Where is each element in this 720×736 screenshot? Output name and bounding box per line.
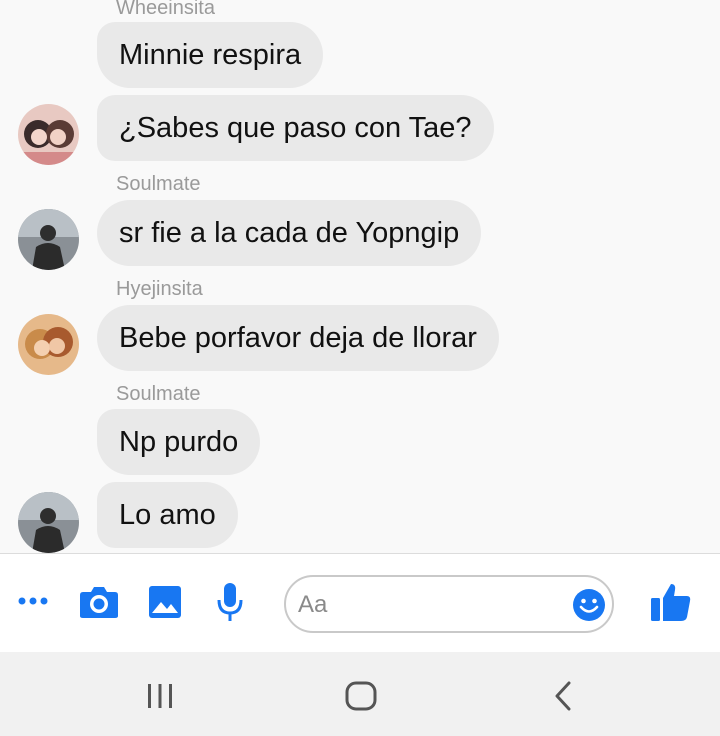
avatar[interactable] <box>18 314 79 375</box>
message-bubble[interactable]: ¿Sabes que paso con Tae? <box>97 95 494 161</box>
message-bubble[interactable]: sr fie a la cada de Yopngip <box>97 200 482 266</box>
message-bubble[interactable]: Minnie respira <box>97 22 324 88</box>
message-input-placeholder: Aa <box>298 591 328 618</box>
home-icon[interactable] <box>345 681 377 711</box>
back-icon[interactable] <box>553 681 573 711</box>
message-bubble[interactable]: Lo amo <box>97 482 238 548</box>
thumbs-up-icon[interactable] <box>650 582 692 622</box>
sender-name: Soulmate <box>116 383 201 405</box>
microphone-icon[interactable] <box>216 582 244 622</box>
system-navigation-bar <box>0 652 720 736</box>
message-bubble[interactable]: Np purdo <box>97 409 261 475</box>
message-input[interactable]: Aa <box>284 575 614 633</box>
message-list: Wheeinsita Minnie respira ¿Sabes que pas… <box>0 0 720 553</box>
avatar[interactable] <box>18 104 79 165</box>
message-bubble[interactable]: Bebe porfavor deja de llorar <box>97 305 499 371</box>
recent-apps-icon[interactable] <box>146 683 174 709</box>
composer-bar: Aa <box>0 554 720 652</box>
sender-name: Soulmate <box>116 173 201 195</box>
avatar[interactable] <box>18 492 79 553</box>
camera-icon[interactable] <box>79 585 119 619</box>
sender-name: Wheeinsita <box>116 0 215 19</box>
more-icon[interactable] <box>17 594 49 608</box>
sender-name: Hyejinsita <box>116 278 203 300</box>
avatar[interactable] <box>18 209 79 270</box>
emoji-icon[interactable] <box>572 588 606 622</box>
gallery-icon[interactable] <box>148 585 182 619</box>
